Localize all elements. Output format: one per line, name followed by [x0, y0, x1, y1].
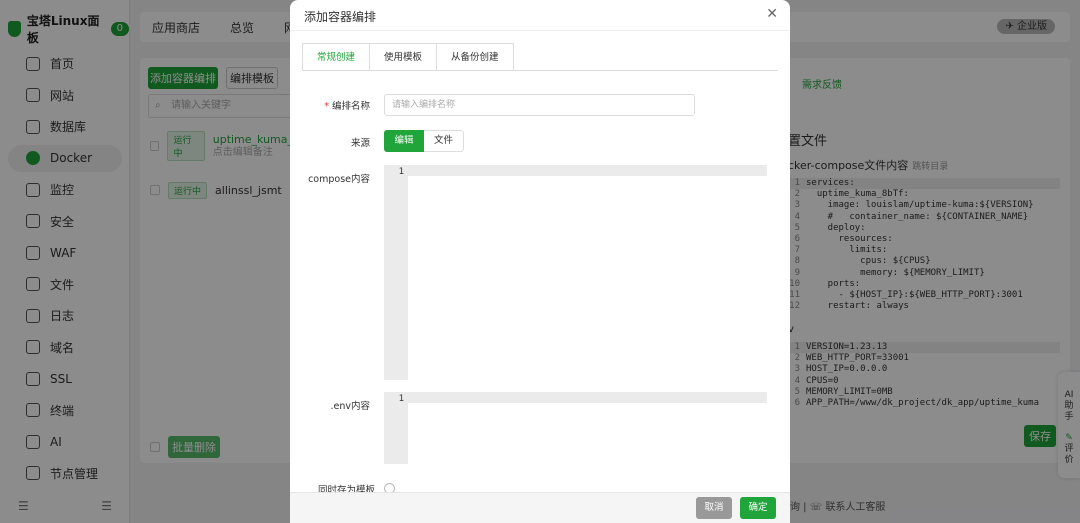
compose-editor[interactable]: 1: [384, 165, 767, 380]
compose-name-input[interactable]: 请输入编排名称: [384, 94, 695, 116]
name-placeholder: 请输入编排名称: [392, 100, 456, 110]
confirm-button[interactable]: 确定: [740, 497, 776, 519]
source-label: 来源: [350, 138, 370, 149]
dialog-title: 添加容器编排: [304, 10, 377, 24]
compose-content-label: compose内容: [308, 174, 370, 185]
dialog-tabs: 常规创建 使用模板 从备份创建: [302, 43, 514, 71]
env-content-label: .env内容: [330, 401, 370, 412]
cancel-button[interactable]: 取消: [696, 497, 732, 519]
env-editor[interactable]: 1: [384, 392, 767, 464]
line-number: 1: [398, 167, 404, 177]
name-label: * 编排名称: [324, 101, 370, 112]
add-compose-dialog: 添加容器编排 ✕ 常规创建 使用模板 从备份创建 * 编排名称 请输入编排名称 来…: [290, 0, 790, 523]
active-line: [408, 392, 767, 403]
close-icon[interactable]: ✕: [766, 6, 778, 22]
source-toggle: 编辑 文件: [384, 130, 464, 152]
divider: [290, 30, 790, 31]
tab-use-template[interactable]: 使用模板: [369, 43, 438, 71]
source-edit-option[interactable]: 编辑: [384, 130, 424, 152]
tab-regular-create[interactable]: 常规创建: [302, 43, 371, 71]
line-number: 1: [398, 394, 404, 404]
source-file-option[interactable]: 文件: [424, 130, 464, 152]
tabs-divider: [302, 70, 778, 71]
tab-from-backup[interactable]: 从备份创建: [436, 43, 514, 71]
editor-gutter: [384, 165, 408, 380]
active-line: [408, 165, 767, 176]
name-label-text: 编排名称: [331, 101, 370, 112]
